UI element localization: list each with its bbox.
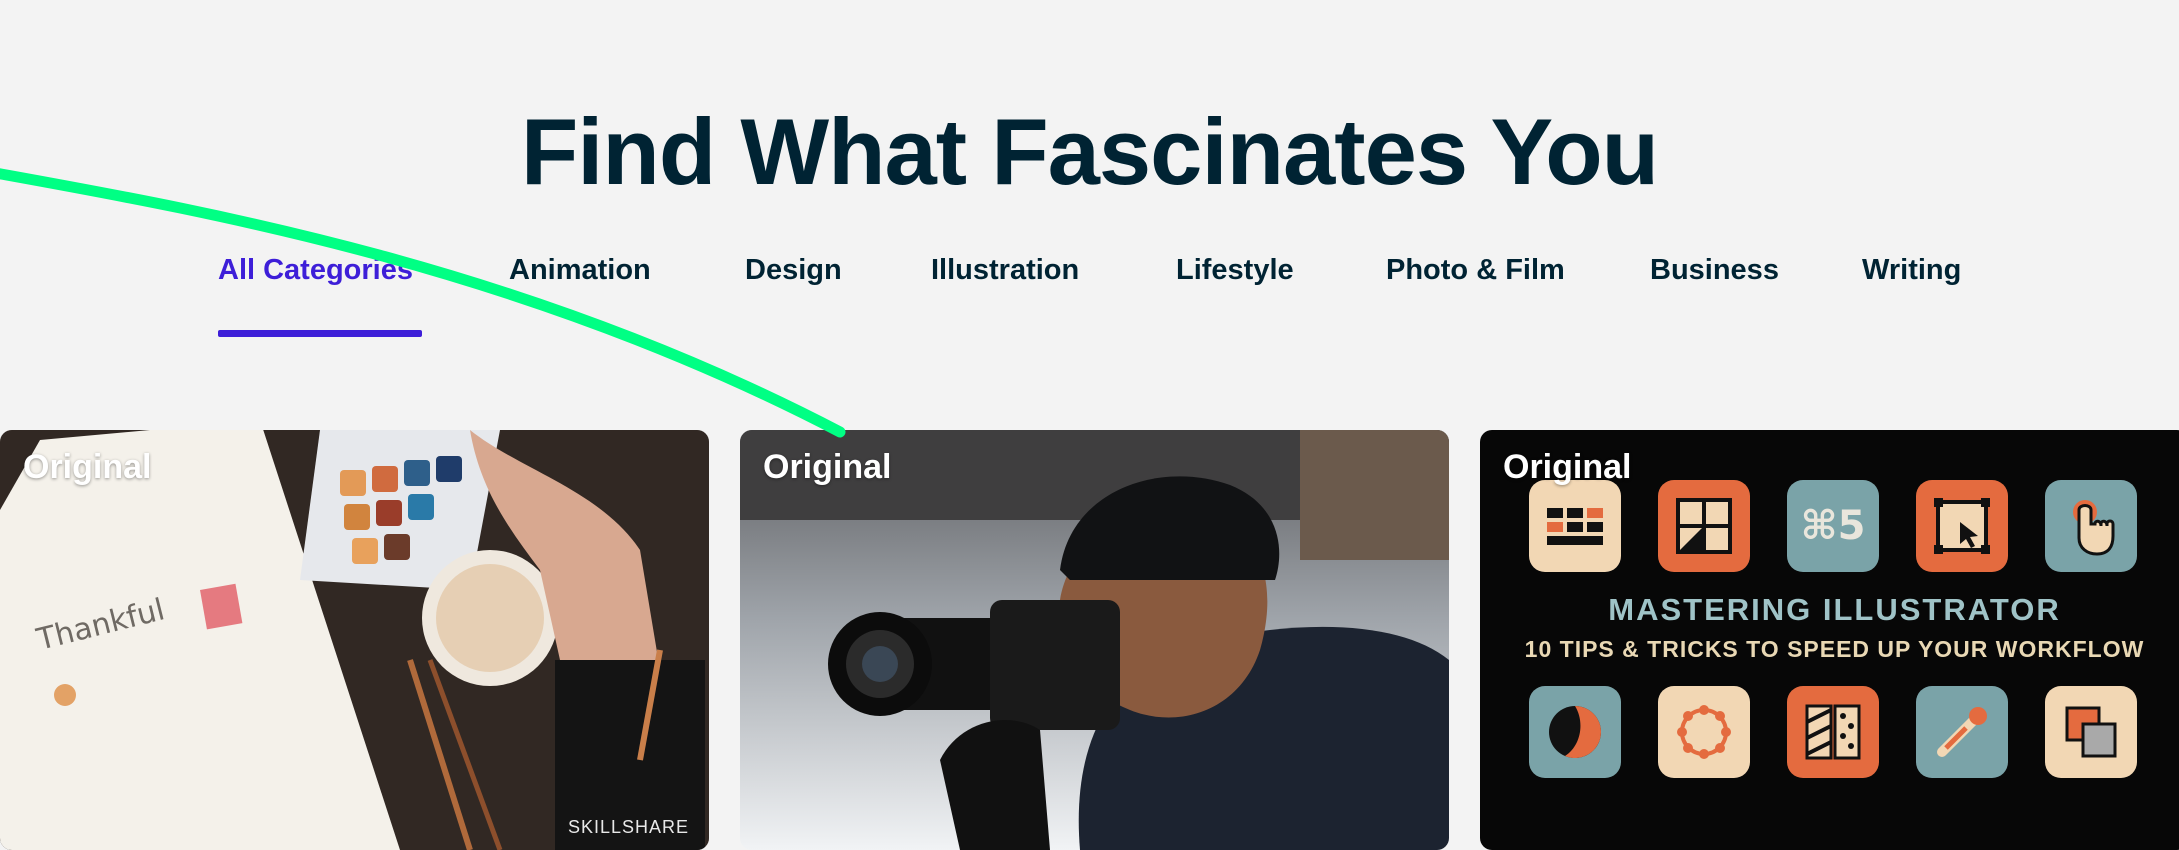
photographer-image — [740, 430, 1449, 850]
eyedropper-icon — [1916, 686, 2008, 778]
selection-cursor-icon — [1916, 480, 2008, 572]
touch-hand-icon — [2045, 480, 2137, 572]
circle-slice-icon — [1529, 686, 1621, 778]
tab-business[interactable]: Business — [1650, 254, 1779, 287]
tab-design[interactable]: Design — [745, 254, 842, 287]
section-title: Find What Fascinates You — [520, 99, 1659, 204]
original-badge: Original — [23, 448, 152, 486]
graphic-title: MASTERING ILLUSTRATOR — [1608, 592, 2061, 627]
class-card-watercolor[interactable]: Thankful Original SKILLSHARE — [0, 430, 709, 850]
tab-writing[interactable]: Writing — [1862, 254, 1961, 287]
tab-illustration[interactable]: Illustration — [931, 254, 1079, 287]
original-badge: Original — [1503, 448, 1632, 486]
active-tab-indicator — [218, 330, 422, 337]
keyboard-icon — [1529, 480, 1621, 572]
graphic-subtitle: 10 TIPS & TRICKS TO SPEED UP YOUR WORKFL… — [1524, 636, 2145, 662]
class-card-photography[interactable]: Original — [740, 430, 1449, 850]
class-card-illustrator[interactable]: ⌘5 MASTERING ILLUSTRATOR 10 TIPS & TRICK… — [1480, 430, 2179, 850]
shortcut-icon: ⌘5 — [1787, 480, 1879, 572]
category-tabs: All Categories Animation Design Illustra… — [0, 254, 2179, 344]
dotted-circle-icon — [1658, 686, 1750, 778]
original-badge: Original — [763, 448, 892, 486]
tab-photo-film[interactable]: Photo & Film — [1386, 254, 1565, 287]
tab-all-categories[interactable]: All Categories — [218, 254, 413, 287]
watercolor-journal-image: Thankful — [0, 430, 709, 850]
pattern-swatch-icon — [1787, 686, 1879, 778]
layers-icon — [2045, 686, 2137, 778]
tab-lifestyle[interactable]: Lifestyle — [1176, 254, 1294, 287]
grid-slice-icon — [1658, 480, 1750, 572]
tab-animation[interactable]: Animation — [509, 254, 651, 287]
